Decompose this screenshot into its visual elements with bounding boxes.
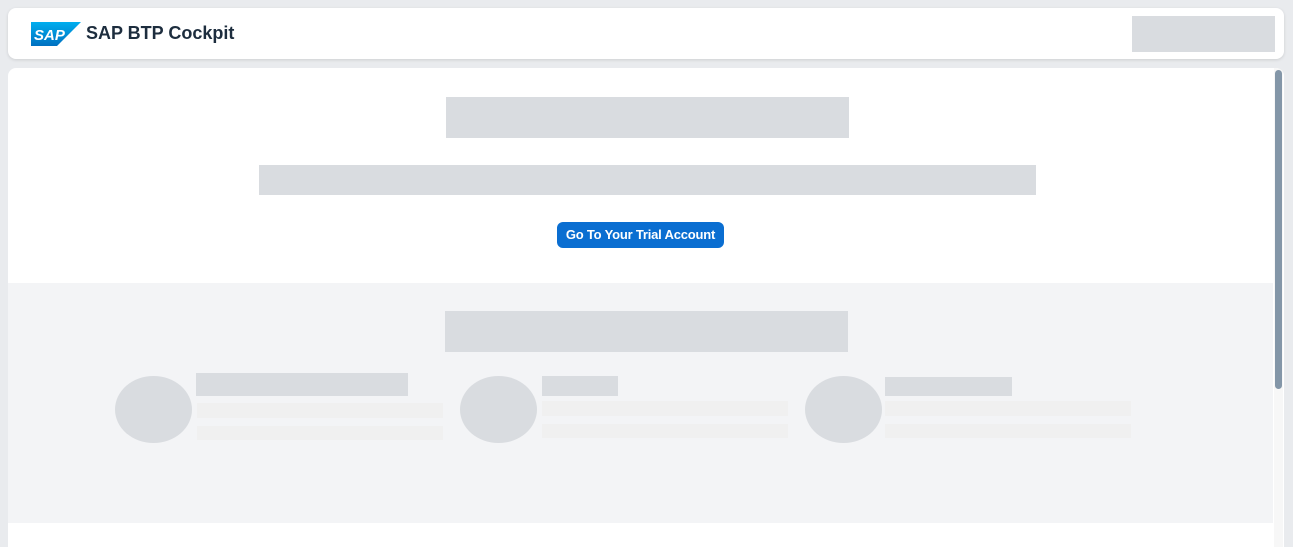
main-content: Go To Your Trial Account [8, 68, 1284, 547]
shell-bar: SAP SAP BTP Cockpit [8, 8, 1284, 59]
feature-heading-placeholder [196, 373, 408, 396]
feature-text-line [542, 424, 788, 438]
app-title: SAP BTP Cockpit [86, 23, 235, 43]
feature-avatar-placeholder [115, 376, 192, 443]
user-profile-placeholder[interactable] [1132, 16, 1275, 52]
vertical-scrollbar[interactable] [1274, 68, 1283, 547]
feature-heading-placeholder [885, 377, 1012, 396]
go-to-trial-account-button[interactable]: Go To Your Trial Account [557, 222, 724, 248]
sap-logo-text: SAP [34, 27, 66, 44]
feature-text-line [885, 424, 1131, 438]
feature-text-line [197, 426, 443, 440]
feature-text-line [197, 403, 443, 418]
feature-avatar-placeholder [460, 376, 537, 443]
section-title-placeholder [445, 311, 848, 352]
sap-logo[interactable]: SAP [31, 22, 81, 46]
features-section [8, 283, 1273, 523]
feature-heading-placeholder [542, 376, 618, 396]
feature-text-line [885, 401, 1131, 416]
feature-avatar-placeholder [805, 376, 882, 443]
hero-subtitle-placeholder [259, 165, 1036, 195]
hero-title-placeholder [446, 97, 849, 138]
feature-text-line [542, 401, 788, 416]
scrollbar-thumb[interactable] [1275, 70, 1282, 389]
